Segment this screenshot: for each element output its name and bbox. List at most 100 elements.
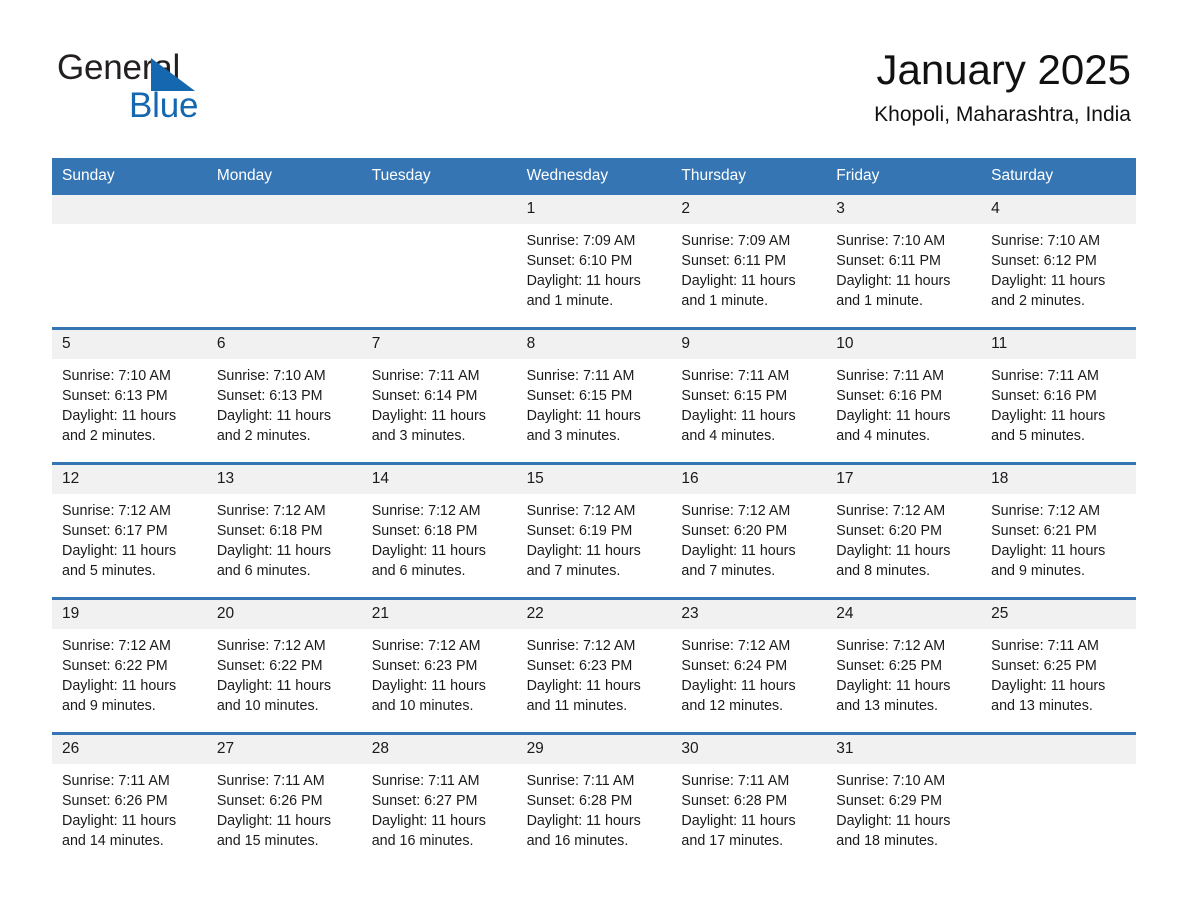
sunrise-text: Sunrise: 7:12 AM: [991, 502, 1101, 519]
day-cell[interactable]: 4 Sunrise: 7:10 AM Sunset: 6:12 PM Daylight…: [981, 194, 1136, 327]
sunset-text: Sunset: 6:25 PM: [836, 657, 942, 674]
sunrise-text: Sunrise: 7:11 AM: [62, 772, 170, 789]
day-cell[interactable]: 14 Sunrise: 7:12 AM Sunset: 6:18 PM Dayligh…: [361, 464, 517, 597]
day-cell[interactable]: 25 Sunrise: 7:11 AM Sunset: 6:25 PM Dayligh…: [981, 599, 1136, 732]
day-cell[interactable]: 17 Sunrise: 7:12 AM Sunset: 6:20 PM Dayligh…: [826, 464, 982, 597]
weekday-header-row: Sunday Monday Tuesday Wednesday Thursday Frid…: [52, 158, 1136, 195]
day-number: 8: [526, 334, 536, 352]
day-number-band: 6: [206, 329, 362, 359]
daylight-text: Daylight: 11 hours and 2 minutes.: [991, 272, 1106, 309]
day-cell[interactable]: 3 Sunrise: 7:10 AM Sunset: 6:11 PM Daylight…: [826, 194, 982, 327]
day-cell[interactable]: 5 Sunrise: 7:10 AM Sunset: 6:13 PM Daylight…: [52, 329, 207, 462]
day-cell[interactable]: 31 Sunrise: 7:10 AM Sunset: 6:29 PM Dayligh…: [826, 734, 982, 867]
day-cell[interactable]: 20 Sunrise: 7:12 AM Sunset: 6:22 PM Dayligh…: [206, 599, 362, 732]
day-cell[interactable]: 29 Sunrise: 7:11 AM Sunset: 6:28 PM Dayligh…: [516, 734, 672, 867]
daylight-text: Daylight: 11 hours and 17 minutes.: [681, 812, 796, 849]
day-sun-info: Sunrise: 7:12 AM Sunset: 6:25 PM Daylight:…: [826, 629, 981, 716]
day-cell[interactable]: 15 Sunrise: 7:12 AM Sunset: 6:19 PM Dayligh…: [516, 464, 672, 597]
daylight-text: Daylight: 11 hours and 13 minutes.: [991, 677, 1106, 714]
sunrise-text: Sunrise: 7:11 AM: [526, 772, 635, 789]
page-header: General Blue January 2025 Khopoli, Mahar…: [0, 0, 1188, 126]
day-sun-info: Sunrise: 7:12 AM Sunset: 6:22 PM Daylight:…: [52, 629, 207, 716]
daylight-text: Daylight: 11 hours and 13 minutes.: [836, 677, 951, 714]
day-number: 11: [991, 334, 1008, 352]
day-number: 26: [62, 739, 80, 757]
day-cell[interactable]: 23 Sunrise: 7:12 AM Sunset: 6:24 PM Dayligh…: [671, 599, 827, 732]
sunset-text: Sunset: 6:11 PM: [836, 252, 941, 269]
day-number-band: 18: [981, 464, 1136, 494]
day-number-band: 23: [671, 599, 827, 629]
sunset-text: Sunset: 6:27 PM: [371, 792, 478, 809]
day-number-band: [206, 194, 362, 224]
day-cell[interactable]: 7 Sunrise: 7:11 AM Sunset: 6:14 PM Daylight…: [361, 329, 517, 462]
day-cell[interactable]: 21 Sunrise: 7:12 AM Sunset: 6:23 PM Dayligh…: [361, 599, 517, 732]
sunrise-text: Sunrise: 7:12 AM: [216, 637, 326, 654]
day-number: 20: [216, 604, 235, 622]
day-number-band: 20: [206, 599, 362, 629]
day-sun-info: Sunrise: 7:10 AM Sunset: 6:13 PM Daylight:…: [207, 359, 362, 446]
weekday-header-thursday: Thursday: [681, 167, 747, 184]
brand-row-general: General: [57, 50, 198, 91]
day-number: 1: [526, 199, 536, 217]
day-cell[interactable]: 24 Sunrise: 7:12 AM Sunset: 6:25 PM Dayligh…: [826, 599, 982, 732]
calendar-week-row: 5 Sunrise: 7:10 AM Sunset: 6:13 PM Daylight…: [52, 326, 1136, 462]
day-cell[interactable]: 13 Sunrise: 7:12 AM Sunset: 6:18 PM Dayligh…: [206, 464, 362, 597]
sunset-text: Sunset: 6:26 PM: [216, 792, 323, 809]
day-cell-empty: [52, 194, 207, 327]
day-cell[interactable]: 18 Sunrise: 7:12 AM Sunset: 6:21 PM Dayligh…: [981, 464, 1136, 597]
day-number-band: 28: [361, 734, 517, 764]
brand-logo[interactable]: General Blue: [57, 50, 198, 123]
day-cell[interactable]: 19 Sunrise: 7:12 AM Sunset: 6:22 PM Dayligh…: [52, 599, 207, 732]
day-number: 18: [991, 469, 1009, 487]
daylight-text: Daylight: 11 hours and 7 minutes.: [526, 542, 641, 579]
day-sun-info: Sunrise: 7:12 AM Sunset: 6:20 PM Daylight:…: [671, 494, 826, 581]
sunset-text: Sunset: 6:25 PM: [991, 657, 1097, 674]
calendar-week-row: 12 Sunrise: 7:12 AM Sunset: 6:17 PM Dayligh…: [52, 461, 1136, 597]
daylight-text: Daylight: 11 hours and 9 minutes.: [62, 677, 177, 714]
day-number: 5: [62, 334, 71, 352]
sunset-text: Sunset: 6:19 PM: [526, 522, 633, 539]
sunrise-text: Sunrise: 7:11 AM: [681, 772, 790, 789]
day-cell[interactable]: 9 Sunrise: 7:11 AM Sunset: 6:15 PM Daylight…: [671, 329, 827, 462]
calendar-week-row: 1 Sunrise: 7:09 AM Sunset: 6:10 PM Daylight…: [52, 194, 1136, 327]
daylight-text: Daylight: 11 hours and 10 minutes.: [371, 677, 486, 714]
day-cell[interactable]: 28 Sunrise: 7:11 AM Sunset: 6:27 PM Dayligh…: [361, 734, 517, 867]
page-subtitle-location: Khopoli, Maharashtra, India: [874, 103, 1131, 127]
day-cell[interactable]: 27 Sunrise: 7:11 AM Sunset: 6:26 PM Dayligh…: [206, 734, 362, 867]
day-sun-info: Sunrise: 7:11 AM Sunset: 6:15 PM Daylight:…: [517, 359, 672, 446]
calendar-week-row: 26 Sunrise: 7:11 AM Sunset: 6:26 PM Dayligh…: [52, 731, 1136, 867]
sunset-text: Sunset: 6:14 PM: [371, 387, 478, 404]
sunrise-text: Sunrise: 7:10 AM: [836, 232, 946, 249]
day-number: 2: [681, 199, 691, 217]
day-sun-info: Sunrise: 7:11 AM Sunset: 6:25 PM Daylight:…: [981, 629, 1136, 716]
day-number-band: 14: [361, 464, 517, 494]
daylight-text: Daylight: 11 hours and 7 minutes.: [681, 542, 796, 579]
sunrise-text: Sunrise: 7:10 AM: [991, 232, 1101, 249]
day-cell[interactable]: 30 Sunrise: 7:11 AM Sunset: 6:28 PM Dayligh…: [671, 734, 827, 867]
day-cell[interactable]: 12 Sunrise: 7:12 AM Sunset: 6:17 PM Dayligh…: [52, 464, 207, 597]
day-sun-info: Sunrise: 7:11 AM Sunset: 6:16 PM Daylight:…: [826, 359, 981, 446]
day-cell[interactable]: 6 Sunrise: 7:10 AM Sunset: 6:13 PM Daylight…: [206, 329, 362, 462]
day-cell[interactable]: 1 Sunrise: 7:09 AM Sunset: 6:10 PM Daylight…: [516, 194, 672, 327]
day-cell[interactable]: 11 Sunrise: 7:11 AM Sunset: 6:16 PM Dayligh…: [981, 329, 1136, 462]
day-number: 27: [216, 739, 235, 757]
day-cell[interactable]: 2 Sunrise: 7:09 AM Sunset: 6:11 PM Daylight…: [671, 194, 827, 327]
day-number: 15: [526, 469, 544, 487]
daylight-text: Daylight: 11 hours and 9 minutes.: [991, 542, 1106, 579]
day-cell[interactable]: 22 Sunrise: 7:12 AM Sunset: 6:23 PM Dayligh…: [516, 599, 672, 732]
day-number-band: 8: [516, 329, 672, 359]
day-sun-info: Sunrise: 7:10 AM Sunset: 6:11 PM Daylight:…: [826, 224, 981, 311]
sunrise-text: Sunrise: 7:11 AM: [991, 637, 1099, 654]
sunrise-text: Sunrise: 7:11 AM: [371, 772, 480, 789]
sunset-text: Sunset: 6:26 PM: [62, 792, 168, 809]
calendar-week-row: 19 Sunrise: 7:12 AM Sunset: 6:22 PM Dayligh…: [52, 596, 1136, 732]
day-cell[interactable]: 26 Sunrise: 7:11 AM Sunset: 6:26 PM Dayligh…: [52, 734, 207, 867]
day-cell[interactable]: 8 Sunrise: 7:11 AM Sunset: 6:15 PM Daylight…: [516, 329, 672, 462]
sunrise-text: Sunrise: 7:10 AM: [836, 772, 946, 789]
day-cell[interactable]: 16 Sunrise: 7:12 AM Sunset: 6:20 PM Dayligh…: [671, 464, 827, 597]
day-cell[interactable]: 10 Sunrise: 7:11 AM Sunset: 6:16 PM Dayligh…: [826, 329, 982, 462]
daylight-text: Daylight: 11 hours and 3 minutes.: [371, 407, 486, 444]
day-number-band: 31: [826, 734, 982, 764]
day-sun-info: Sunrise: 7:12 AM Sunset: 6:21 PM Daylight:…: [981, 494, 1136, 581]
weekday-header-sunday: Sunday: [62, 167, 115, 184]
